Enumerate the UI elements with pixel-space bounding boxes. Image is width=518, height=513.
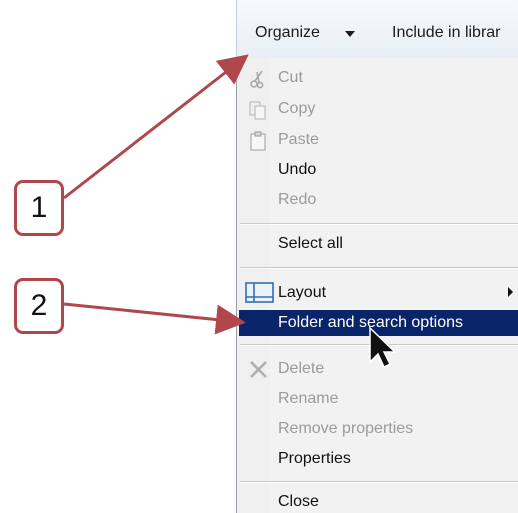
callout-box-1: 1 [14,180,64,236]
callout-number-2: 2 [30,289,48,322]
callout-arrow-1 [63,54,249,200]
callout-box-2: 2 [14,278,64,334]
callout-arrow-2 [63,302,246,335]
screenshot-stage: Organize Include in librar Cut Copy Past… [0,0,518,513]
annotation-overlay [63,54,397,369]
callout-number-1: 1 [30,191,48,224]
mouse-pointer-icon [369,326,397,369]
